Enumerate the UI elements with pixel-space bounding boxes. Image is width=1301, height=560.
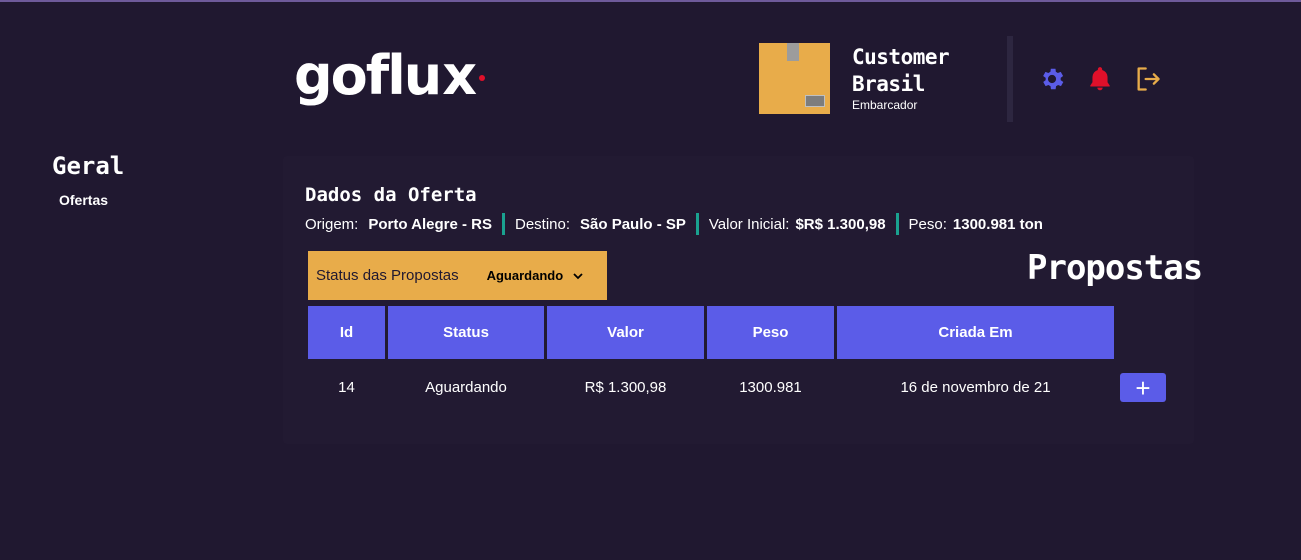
add-proposal-button[interactable]: + bbox=[1120, 373, 1166, 402]
cell-status: Aguardando bbox=[425, 378, 507, 396]
bell-icon bbox=[1090, 67, 1110, 91]
status-filter-label: Status das Propostas bbox=[316, 267, 459, 284]
info-separator bbox=[895, 213, 899, 235]
offer-info-row: Origem: Porto Alegre - RS Destino: São P… bbox=[305, 213, 1043, 235]
avatar[interactable] bbox=[759, 43, 830, 114]
sidebar-item-ofertas[interactable]: Ofertas bbox=[59, 192, 108, 208]
logout-button[interactable] bbox=[1133, 64, 1163, 94]
box-tape bbox=[787, 43, 799, 61]
notifications-button[interactable] bbox=[1085, 64, 1115, 94]
column-header-peso[interactable]: Peso bbox=[707, 306, 834, 359]
plus-icon: + bbox=[1135, 372, 1151, 403]
origin-value: Porto Alegre - RS bbox=[368, 215, 492, 233]
gear-icon bbox=[1043, 68, 1064, 90]
column-header-criada-em[interactable]: Criada Em bbox=[837, 306, 1114, 359]
logout-icon bbox=[1137, 67, 1160, 91]
settings-button[interactable] bbox=[1037, 64, 1067, 94]
status-filter: Status das Propostas Aguardando bbox=[308, 251, 607, 300]
sidebar-title: Geral bbox=[52, 152, 125, 180]
origin-label: Origem: bbox=[305, 215, 359, 233]
chevron-down-icon bbox=[573, 272, 583, 279]
destination-label: Destino: bbox=[514, 215, 571, 233]
cell-peso: 1300.981 bbox=[739, 378, 802, 396]
status-select-value: Aguardando bbox=[486, 268, 564, 283]
destination-value: São Paulo - SP bbox=[580, 215, 686, 233]
user-name: Customer Brasil bbox=[852, 45, 950, 96]
logo-dot bbox=[479, 75, 486, 81]
weight-value: 1300.981 ton bbox=[952, 215, 1043, 233]
user-role: Embarcador bbox=[852, 98, 918, 112]
column-header-valor[interactable]: Valor bbox=[547, 306, 704, 359]
logo-x: x bbox=[442, 44, 477, 107]
goflux-logo[interactable]: goflu x bbox=[294, 44, 486, 108]
proposals-title: Propostas bbox=[1027, 248, 1203, 288]
status-select[interactable]: Aguardando bbox=[487, 268, 584, 283]
box-label bbox=[805, 95, 825, 107]
column-header-status[interactable]: Status bbox=[388, 306, 544, 359]
column-header-id[interactable]: Id bbox=[308, 306, 385, 359]
cell-id: 14 bbox=[338, 378, 355, 396]
cell-criada-em: 16 de novembro de 21 bbox=[900, 378, 1051, 396]
weight-label: Peso: bbox=[908, 215, 947, 233]
initial-value-label: Valor Inicial: bbox=[708, 215, 790, 233]
info-separator bbox=[695, 213, 699, 235]
offer-title: Dados da Oferta bbox=[305, 184, 477, 206]
initial-value-value: $R$ 1.300,98 bbox=[795, 215, 886, 233]
info-separator bbox=[501, 213, 505, 235]
header-divider bbox=[1007, 36, 1013, 122]
logo-text: goflu bbox=[294, 44, 442, 107]
cell-valor: R$ 1.300,98 bbox=[584, 378, 667, 396]
